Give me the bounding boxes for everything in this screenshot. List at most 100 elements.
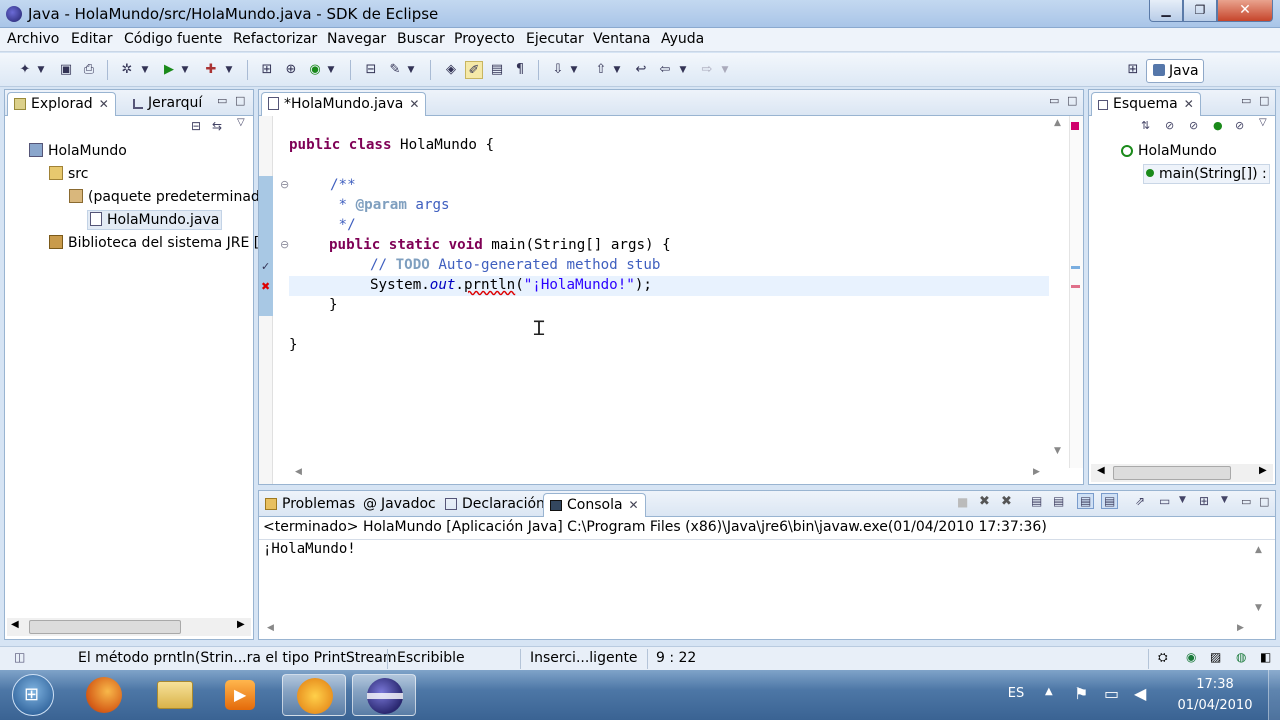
tree-item-jre-library[interactable]: Biblioteca del sistema JRE [	[49, 235, 259, 251]
show-desktop-button[interactable]	[1268, 670, 1280, 720]
close-tab-icon[interactable]: ✕	[99, 97, 109, 111]
block-selection-icon[interactable]: ▤	[488, 61, 506, 79]
action-center-icon[interactable]: ⚑	[1074, 684, 1088, 703]
tab-holamundo-java[interactable]: *HolaMundo.java ✕	[261, 92, 427, 116]
minimize-button[interactable]: ▁	[1149, 0, 1183, 22]
link-with-editor-icon[interactable]: ⇆	[212, 119, 222, 133]
maximize-view-icon[interactable]: □	[1259, 94, 1269, 107]
view-menu-icon[interactable]: ▽	[1259, 117, 1267, 128]
tab-console[interactable]: Consola ✕	[543, 493, 646, 517]
error-overview-marker[interactable]	[1071, 285, 1080, 288]
menu-proyecto[interactable]: Proyecto	[454, 31, 515, 47]
new-class-dropdown-icon[interactable]: ▼	[326, 61, 336, 79]
scrollbar-thumb[interactable]	[29, 620, 181, 634]
volume-icon[interactable]: ◀	[1134, 684, 1146, 703]
tab-problems[interactable]: Problemas	[259, 493, 361, 517]
globe-icon[interactable]: ◍	[1236, 650, 1246, 664]
show-hidden-icons-icon[interactable]: ▲	[1045, 686, 1053, 697]
scrollbar-thumb[interactable]	[1113, 466, 1231, 480]
remove-all-terminated-icon[interactable]: ✖	[1001, 494, 1012, 509]
search-dropdown-icon[interactable]: ▼	[406, 61, 416, 79]
debug-icon[interactable]: ✲	[118, 61, 136, 79]
sort-icon[interactable]: ⇅	[1141, 119, 1150, 132]
new-icon[interactable]: ✦	[16, 61, 34, 79]
back-dropdown-icon[interactable]: ▼	[678, 61, 688, 79]
tab-javadoc[interactable]: @ Javadoc	[357, 493, 442, 517]
outline-item-class[interactable]: HolaMundo	[1121, 143, 1217, 159]
close-tab-icon[interactable]: ✕	[1184, 97, 1194, 111]
display-console-icon[interactable]: ▭	[1159, 494, 1170, 508]
view-menu-icon[interactable]: ▽	[237, 117, 245, 128]
clock-date[interactable]: 01/04/2010	[1170, 698, 1260, 713]
tab-declaration[interactable]: Declaración	[439, 493, 551, 517]
next-annotation-icon[interactable]: ⇩	[549, 61, 567, 79]
maximize-view-icon[interactable]: □	[1259, 495, 1269, 508]
clock-time[interactable]: 17:38	[1170, 677, 1260, 692]
open-console-icon[interactable]: ⊞	[1199, 494, 1209, 508]
outline-horizontal-scrollbar[interactable]: ◀ ▶	[1091, 464, 1273, 482]
external-tools-dropdown-icon[interactable]: ▼	[224, 61, 234, 79]
hide-static-icon[interactable]: ⊘	[1189, 119, 1198, 132]
minimize-view-icon[interactable]: ▭	[1241, 495, 1251, 508]
forward-icon[interactable]: ⇨	[698, 61, 716, 79]
show-on-stderr-icon[interactable]: ▤	[1101, 493, 1119, 509]
scroll-down-icon[interactable]: ▼	[1255, 603, 1262, 613]
progress-icon[interactable]: ⛭	[1158, 650, 1168, 665]
show-whitespace-icon[interactable]: ¶	[511, 61, 529, 79]
close-tab-icon[interactable]: ✕	[409, 97, 419, 111]
network-icon[interactable]: ▭	[1104, 684, 1119, 703]
minimize-view-icon[interactable]: ▭	[1049, 94, 1059, 107]
tree-item-src[interactable]: src	[49, 166, 88, 182]
display-console-dropdown-icon[interactable]: ▼	[1179, 495, 1186, 505]
taskbar-eclipse[interactable]	[352, 674, 416, 716]
taskbar-media-player[interactable]: ▶	[207, 674, 271, 716]
search-icon[interactable]: ✎	[386, 61, 404, 79]
hide-fields-icon[interactable]: ⊘	[1165, 119, 1174, 132]
new-class-icon[interactable]: ◉	[306, 61, 324, 79]
menu-ejecutar[interactable]: Ejecutar	[526, 31, 584, 47]
scroll-right-icon[interactable]: ▶	[1033, 467, 1040, 477]
error-marker-icon[interactable]: ✖	[261, 280, 270, 293]
tree-item-java-file[interactable]: HolaMundo.java	[87, 210, 223, 230]
close-button[interactable]: ✕	[1217, 0, 1273, 22]
remove-launch-icon[interactable]: ✖	[979, 494, 990, 509]
scroll-left-icon[interactable]: ◀	[295, 467, 302, 477]
taskbar-audio-recorder[interactable]	[282, 674, 346, 716]
console-output[interactable]: ¡HolaMundo!	[263, 541, 356, 557]
new-dropdown-icon[interactable]: ▼	[36, 61, 46, 79]
menu-archivo[interactable]: Archivo	[7, 31, 59, 47]
image-icon[interactable]: ▨	[1210, 650, 1221, 664]
new-package-icon[interactable]: ⊕	[282, 61, 300, 79]
menu-editar[interactable]: Editar	[71, 31, 112, 47]
explorer-horizontal-scrollbar[interactable]: ◀ ▶	[7, 618, 251, 636]
language-indicator[interactable]: ES	[1006, 686, 1026, 701]
open-type-icon[interactable]: ⊟	[362, 61, 380, 79]
outline-item-main[interactable]: main(String[]) :	[1143, 164, 1270, 184]
show-on-stdout-icon[interactable]: ▤	[1077, 493, 1095, 509]
maximize-view-icon[interactable]: □	[1067, 94, 1077, 107]
menu-ayuda[interactable]: Ayuda	[661, 31, 704, 47]
maximize-view-icon[interactable]: □	[235, 94, 245, 107]
scroll-up-icon[interactable]: ▲	[1255, 545, 1262, 555]
fast-view-icon[interactable]: ◫	[14, 650, 25, 664]
clear-console-icon[interactable]: ▤	[1031, 494, 1042, 508]
back-icon[interactable]: ⇦	[656, 61, 674, 79]
open-console-dropdown-icon[interactable]: ▼	[1221, 495, 1228, 505]
fold-comment-icon[interactable]: ⊖	[280, 178, 289, 191]
tray-more-icon[interactable]: ◧	[1260, 650, 1271, 664]
tab-hierarchy[interactable]: Jerarquí	[127, 92, 208, 116]
scroll-up-icon[interactable]: ▲	[1054, 118, 1061, 128]
task-overview-marker[interactable]	[1071, 266, 1080, 269]
terminate-icon[interactable]: ■	[957, 495, 968, 509]
tree-item-project[interactable]: HolaMundo	[29, 143, 127, 159]
external-tools-icon[interactable]: ✚	[202, 61, 220, 79]
scroll-left-icon[interactable]: ◀	[1097, 465, 1105, 476]
new-java-project-icon[interactable]: ⊞	[258, 61, 276, 79]
scroll-left-icon[interactable]: ◀	[11, 619, 19, 630]
menu-buscar[interactable]: Buscar	[397, 31, 445, 47]
print-icon[interactable]: ⎙	[80, 61, 98, 79]
menu-codigo-fuente[interactable]: Código fuente	[124, 31, 222, 47]
error-token[interactable]: prntln	[464, 277, 515, 293]
collapse-all-icon[interactable]: ⊟	[191, 119, 201, 133]
pin-console-icon[interactable]: ⇗	[1135, 494, 1145, 508]
